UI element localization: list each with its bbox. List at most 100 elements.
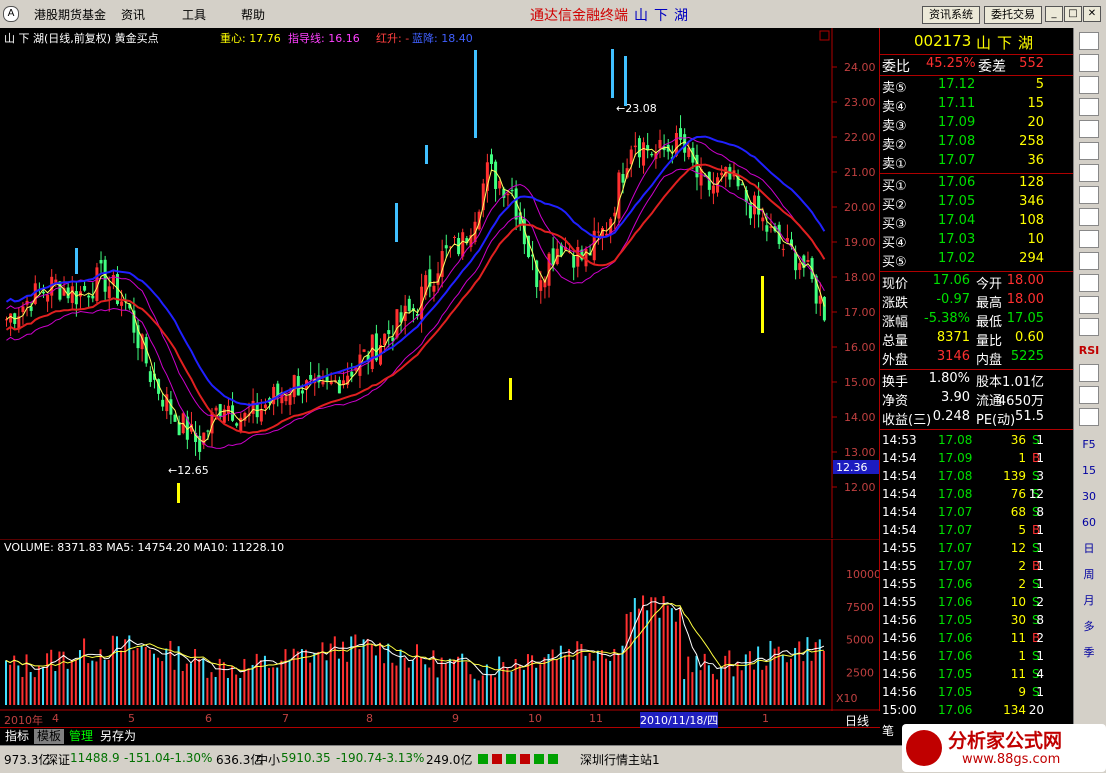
tab-save-as[interactable]: 另存为	[97, 729, 139, 744]
fin-row: 收益(三) 0.248 PE(动) 51.5	[880, 409, 1074, 428]
menu-help[interactable]: 帮助	[241, 6, 265, 23]
toolbar-chart-icon[interactable]	[1079, 142, 1099, 160]
candle-body	[617, 172, 621, 219]
toolbar-chart-icon[interactable]	[1079, 54, 1099, 72]
candle-body	[765, 225, 769, 232]
period-button[interactable]: 15	[1078, 462, 1100, 480]
volume-bar	[555, 659, 558, 705]
buy-price: 17.02	[938, 251, 976, 266]
candle-body	[161, 399, 165, 407]
toolbar-chart-icon[interactable]	[1079, 120, 1099, 138]
tab-manage[interactable]: 管理	[66, 729, 96, 744]
price-tick-label: 20.00	[844, 201, 876, 214]
volume-bar	[210, 672, 213, 705]
tick-count: 3	[1036, 469, 1044, 483]
toolbar-chart-icon[interactable]	[1079, 274, 1099, 292]
period-button[interactable]: F5	[1078, 436, 1100, 454]
exit-icon[interactable]	[1079, 386, 1099, 404]
period-label[interactable]: 日线	[845, 712, 869, 729]
menu-tools[interactable]: 工具	[182, 6, 206, 23]
period-button[interactable]: 60	[1078, 514, 1100, 532]
candle-body	[214, 407, 218, 411]
volume-bar	[379, 642, 382, 705]
toolbar-chart-icon[interactable]	[1079, 32, 1099, 50]
tick-row: 14:55 17.07 12 S 1	[880, 539, 1074, 557]
app-icon[interactable]: A	[3, 6, 19, 22]
candle-body	[761, 217, 765, 222]
timeline-label: 10	[528, 712, 542, 725]
minimize-icon[interactable]: _	[1045, 6, 1063, 22]
close-icon[interactable]: ✕	[1083, 6, 1101, 22]
period-button[interactable]: 30	[1078, 488, 1100, 506]
cyan-signal	[624, 56, 627, 106]
toolbar-chart-icon[interactable]	[1079, 164, 1099, 182]
period-button[interactable]: 月	[1078, 592, 1100, 610]
title-app: 通达信金融终端	[530, 8, 628, 24]
volume-bar	[757, 646, 760, 705]
volume-bar	[272, 667, 275, 705]
candle-body	[263, 404, 267, 408]
stat-label: 现价	[882, 277, 909, 292]
tab-indicator[interactable]: 指标	[2, 729, 32, 744]
toolbar-chart-icon[interactable]	[1079, 252, 1099, 270]
candle-body	[337, 379, 341, 394]
toolbar-chart-icon[interactable]	[1079, 98, 1099, 116]
toolbar-chart-icon[interactable]	[1079, 208, 1099, 226]
volume-bar	[679, 607, 682, 705]
tick-count: 8	[1036, 613, 1044, 627]
info-system-button[interactable]: 资讯系统	[922, 6, 980, 24]
gold-buy-signal	[509, 378, 512, 400]
buy-label: 买④	[882, 236, 907, 251]
gold-buy-signal	[761, 276, 764, 333]
tick-row: 14:56 17.05 30 S 8	[880, 611, 1074, 629]
period-button[interactable]: 周	[1078, 566, 1100, 584]
price-chart[interactable]: 24.00 23.00 22.00 21.00 20.00 19.00 18.00 17.00…	[0, 28, 880, 538]
toolbar-chart-icon[interactable]	[1079, 186, 1099, 204]
menu-futures[interactable]: 港股期货基金	[34, 6, 106, 23]
volume-bar	[609, 660, 612, 705]
move-icon[interactable]	[1079, 364, 1099, 382]
toolbar-chart-icon[interactable]	[1079, 76, 1099, 94]
volume-bar	[753, 669, 756, 705]
stat-row: 总量 8371 量比 0.60	[880, 330, 1074, 349]
volume-bar	[111, 635, 114, 705]
period-button[interactable]: 多	[1078, 618, 1100, 636]
guide-value: 指导线: 16.16	[288, 32, 360, 45]
cyan-signal	[75, 248, 78, 274]
menu-info[interactable]: 资讯	[121, 6, 145, 23]
volume-chart[interactable]: 10000 7500 5000 2500 X10 VOLUME: 8371.83 MA5…	[0, 539, 880, 711]
volume-bar	[395, 665, 398, 705]
volume-bar	[428, 667, 431, 705]
quote-panel: 002173 山下湖 委比 45.25% 委差 552 卖⑤ 17.12 5 卖④ 17.11 15 卖…	[879, 28, 1074, 738]
rsi-button[interactable]: RSI	[1078, 342, 1100, 360]
server-name[interactable]: 深圳行情主站1	[580, 751, 660, 768]
period-button[interactable]: 季	[1078, 644, 1100, 662]
zx-label[interactable]: 中小	[256, 751, 280, 768]
sell-row: 卖③ 17.09 20	[880, 115, 1074, 134]
toolbar-chart-icon[interactable]	[1079, 230, 1099, 248]
pencil-icon[interactable]	[1079, 408, 1099, 426]
trade-button[interactable]: 委托交易	[984, 6, 1042, 24]
sz-change: -151.04	[124, 751, 171, 765]
sz-label[interactable]: 深证	[46, 751, 70, 768]
maximize-icon[interactable]: □	[1064, 6, 1082, 22]
tick-row: 14:54 17.08 139 S 3	[880, 467, 1074, 485]
volume-bar	[502, 662, 505, 705]
volume-bar	[642, 595, 645, 705]
candle-body	[87, 295, 91, 298]
tick-volume: 139	[1003, 469, 1026, 483]
period-button[interactable]: 日	[1078, 540, 1100, 558]
tab-template[interactable]: 模板	[34, 729, 65, 744]
toolbar-chart-icon[interactable]	[1079, 296, 1099, 314]
tick-row: 14:56 17.05 11 S 4	[880, 665, 1074, 683]
price-tick-label: 14.00	[844, 411, 876, 424]
sell-volume: 20	[1027, 115, 1044, 130]
fin-label: 换手	[882, 375, 909, 390]
ticks-footer[interactable]: 笔	[882, 722, 894, 739]
toolbar-chart-icon[interactable]	[1079, 318, 1099, 336]
separator	[880, 75, 1074, 76]
volume-bar	[621, 645, 624, 705]
sell-price: 17.11	[938, 96, 976, 111]
volume-bar	[457, 656, 460, 705]
volume-bar	[514, 659, 517, 705]
